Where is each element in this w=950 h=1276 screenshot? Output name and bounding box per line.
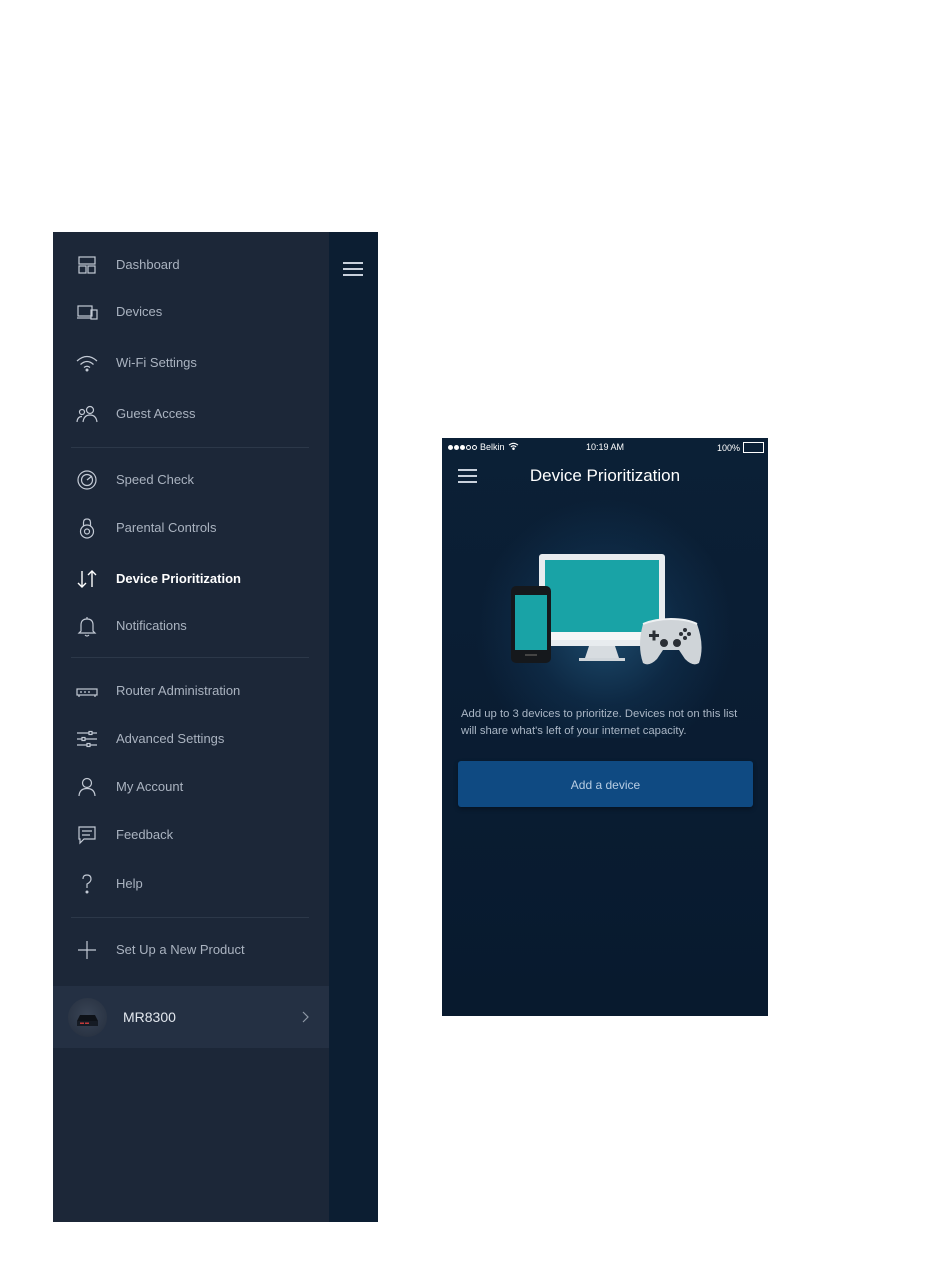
menu-item-devices[interactable]: Devices (53, 290, 329, 334)
menu-item-dashboard[interactable]: Dashboard (53, 243, 329, 287)
menu-item-speed-check[interactable]: Speed Check (53, 458, 329, 502)
menu-item-label: Set Up a New Product (116, 942, 245, 957)
router-icon (75, 679, 99, 703)
menu-item-label: Router Administration (116, 683, 241, 698)
menu-item-label: Guest Access (116, 406, 196, 421)
plus-icon (75, 938, 99, 962)
chevron-right-icon (300, 1010, 310, 1024)
menu-item-parental-controls[interactable]: Parental Controls (53, 506, 329, 550)
menu-item-label: My Account (116, 779, 184, 794)
device-prioritization-screenshot: Belkin 10:19 AM 100% Device Prioritizati… (442, 438, 768, 1016)
question-icon (75, 872, 99, 896)
menu-item-advanced-settings[interactable]: Advanced Settings (53, 717, 329, 761)
devices-icon (75, 300, 99, 324)
navigation-drawer: Dashboard Devices Wi-Fi Settings Guest A… (53, 232, 329, 1222)
menu-item-device-prioritization[interactable]: Device Prioritization (53, 557, 329, 601)
devices-illustration (505, 546, 705, 671)
menu-divider (71, 917, 309, 918)
page-title: Device Prioritization (529, 466, 681, 485)
router-avatar (68, 998, 107, 1037)
menu-item-label: Feedback (116, 827, 174, 842)
menu-item-my-account[interactable]: My Account (53, 765, 329, 809)
menu-divider (71, 447, 309, 448)
menu-item-notifications[interactable]: Notifications (53, 604, 329, 648)
speedometer-icon (75, 468, 99, 492)
status-bar: Belkin 10:19 AM 100% (442, 438, 768, 456)
description-text: Add up to 3 devices to prioritize. Devic… (461, 708, 738, 737)
user-icon (75, 775, 99, 799)
battery-status: 100% (717, 442, 764, 453)
navigation-menu-screenshot: Dashboard Devices Wi-Fi Settings Guest A… (53, 232, 378, 1222)
chat-icon (75, 823, 99, 847)
menu-item-feedback[interactable]: Feedback (53, 813, 329, 857)
menu-item-label: Dashboard (116, 257, 180, 272)
menu-item-label: Devices (116, 304, 163, 319)
lock-icon (75, 516, 99, 540)
menu-item-label: Help (116, 876, 143, 891)
battery-percent: 100% (716, 442, 740, 453)
hamburger-menu-icon[interactable] (343, 262, 363, 276)
bell-icon (75, 614, 99, 638)
current-device-row[interactable]: MR8300 (53, 986, 329, 1048)
menu-divider (71, 657, 309, 658)
menu-item-guest-access[interactable]: Guest Access (53, 392, 329, 436)
menu-item-router-administration[interactable]: Router Administration (53, 669, 329, 713)
menu-item-help[interactable]: Help (53, 862, 329, 906)
menu-item-label: Advanced Settings (116, 731, 225, 746)
menu-item-wifi-settings[interactable]: Wi-Fi Settings (53, 341, 329, 385)
guest-access-icon (75, 402, 99, 426)
dashboard-icon (75, 253, 99, 277)
wifi-icon (75, 351, 99, 375)
up-down-arrows-icon (75, 567, 99, 591)
menu-item-set-up-new-product[interactable]: Set Up a New Product (53, 928, 329, 972)
menu-item-label: Device Prioritization (116, 571, 241, 586)
menu-item-label: Notifications (116, 618, 187, 633)
menu-item-label: Speed Check (116, 472, 195, 487)
device-name: MR8300 (123, 1009, 176, 1025)
menu-item-label: Wi-Fi Settings (116, 355, 197, 370)
battery-icon (743, 442, 764, 453)
add-device-button[interactable]: Add a device (458, 761, 753, 807)
menu-item-label: Parental Controls (116, 520, 217, 535)
sliders-icon (75, 727, 99, 751)
